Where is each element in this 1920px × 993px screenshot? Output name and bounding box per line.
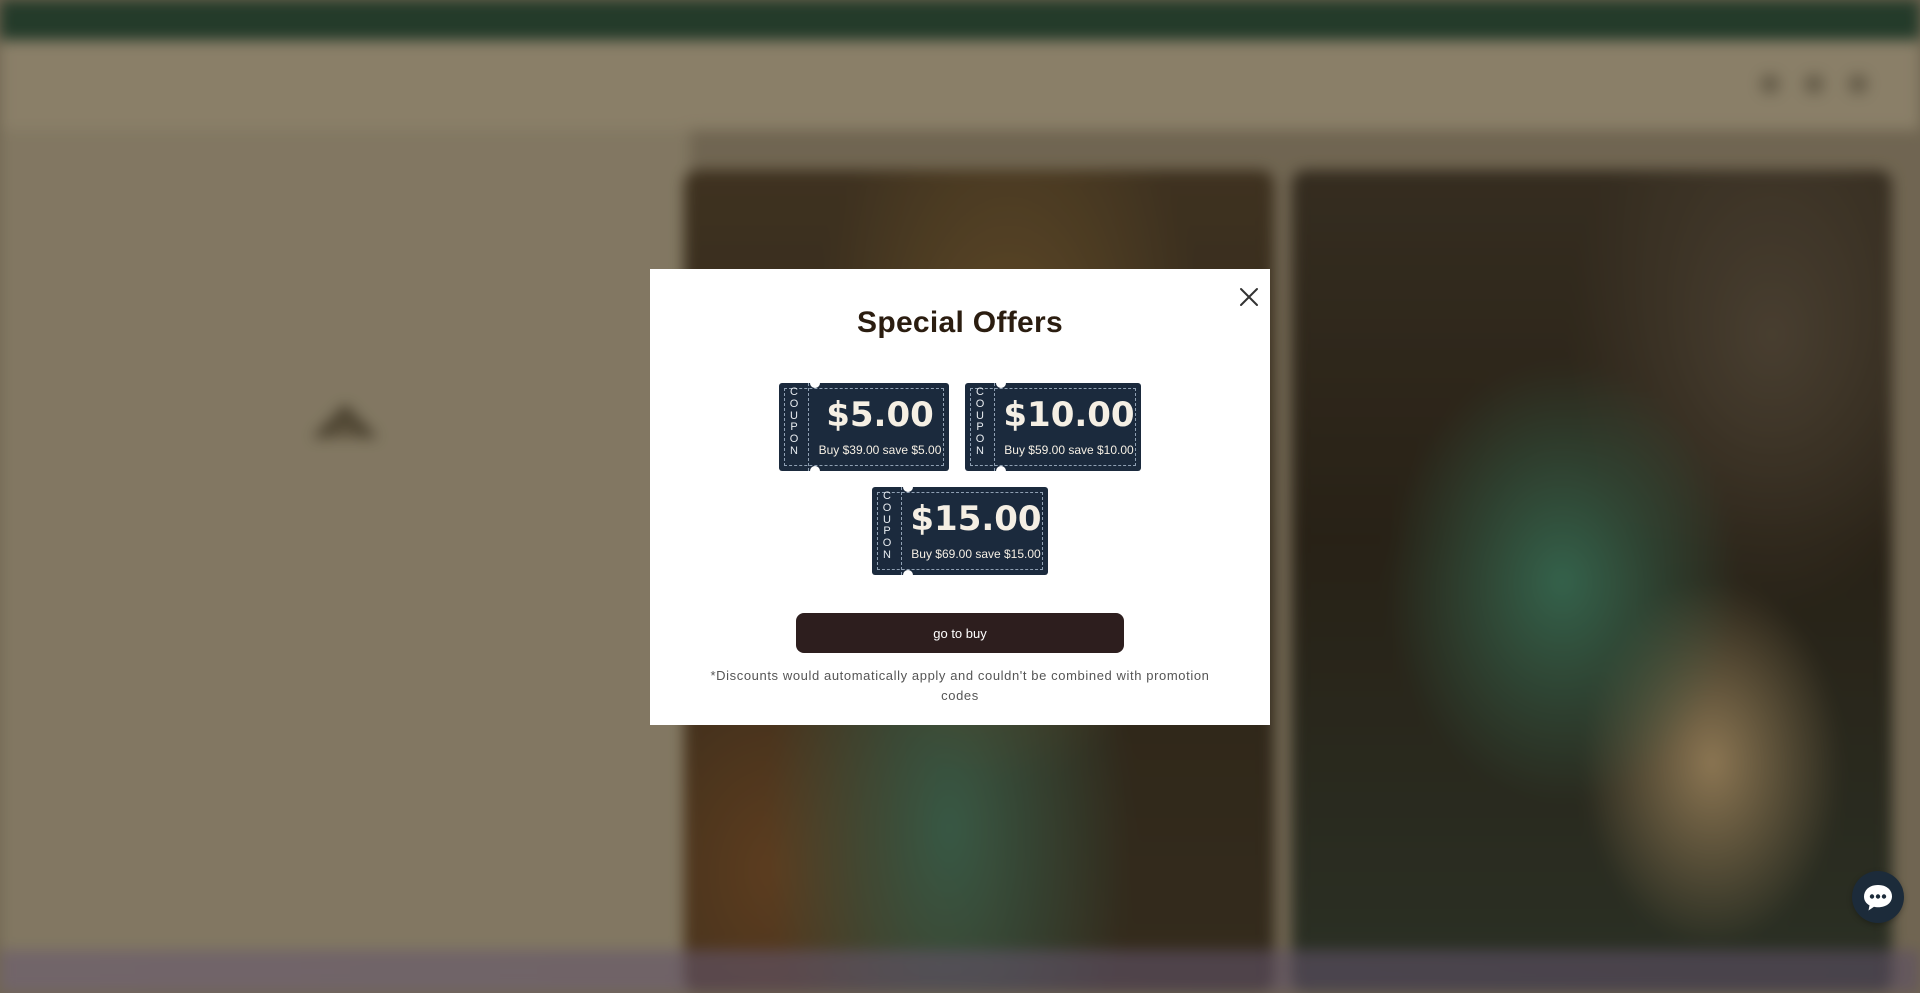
modal-title: Special Offers — [857, 306, 1063, 339]
chat-button[interactable] — [1852, 871, 1904, 923]
coupon-stub-letter: O — [882, 501, 892, 514]
coupon-notch — [810, 378, 820, 388]
coupon-10[interactable]: COUPON $10.00 Buy $59.00 save $10.00 — [965, 378, 1141, 476]
coupon-stub-letter: O — [789, 397, 799, 410]
coupon-5[interactable]: COUPON $5.00 Buy $39.00 save $5.00 — [779, 378, 949, 476]
coupon-description: Buy $59.00 save $10.00 — [1004, 443, 1134, 457]
coupon-notch — [996, 378, 1006, 388]
coupon-description: Buy $69.00 save $15.00 — [911, 547, 1041, 561]
coupon-notch — [903, 570, 913, 580]
coupon-stub: COUPON — [872, 487, 902, 575]
coupon-15[interactable]: COUPON $15.00 Buy $69.00 save $15.00 — [872, 482, 1048, 580]
coupon-notch — [903, 482, 913, 492]
coupon-stub-letter: O — [975, 397, 985, 410]
coupon-stub-letter: N — [790, 444, 798, 457]
coupon-amount: $5.00 — [826, 395, 934, 435]
coupon-stub-label: COUPON — [779, 386, 809, 458]
coupon-amount: $15.00 — [910, 499, 1042, 539]
coupon-notch — [810, 466, 820, 476]
coupon-amount: $10.00 — [1003, 395, 1135, 435]
coupon-stub-letter: N — [883, 548, 891, 561]
coupon-stub: COUPON — [965, 383, 995, 471]
coupon-stub-letter: N — [976, 444, 984, 457]
coupon-stub-label: COUPON — [965, 386, 995, 458]
close-icon[interactable] — [1238, 286, 1260, 308]
go-to-buy-button[interactable]: go to buy — [796, 613, 1124, 653]
chat-icon — [1864, 885, 1892, 911]
coupon-stub: COUPON — [779, 383, 809, 471]
discount-disclaimer: *Discounts would automatically apply and… — [710, 668, 1210, 703]
coupon-stub-label: COUPON — [872, 490, 902, 562]
coupon-description: Buy $39.00 save $5.00 — [818, 443, 942, 457]
coupon-notch — [996, 466, 1006, 476]
